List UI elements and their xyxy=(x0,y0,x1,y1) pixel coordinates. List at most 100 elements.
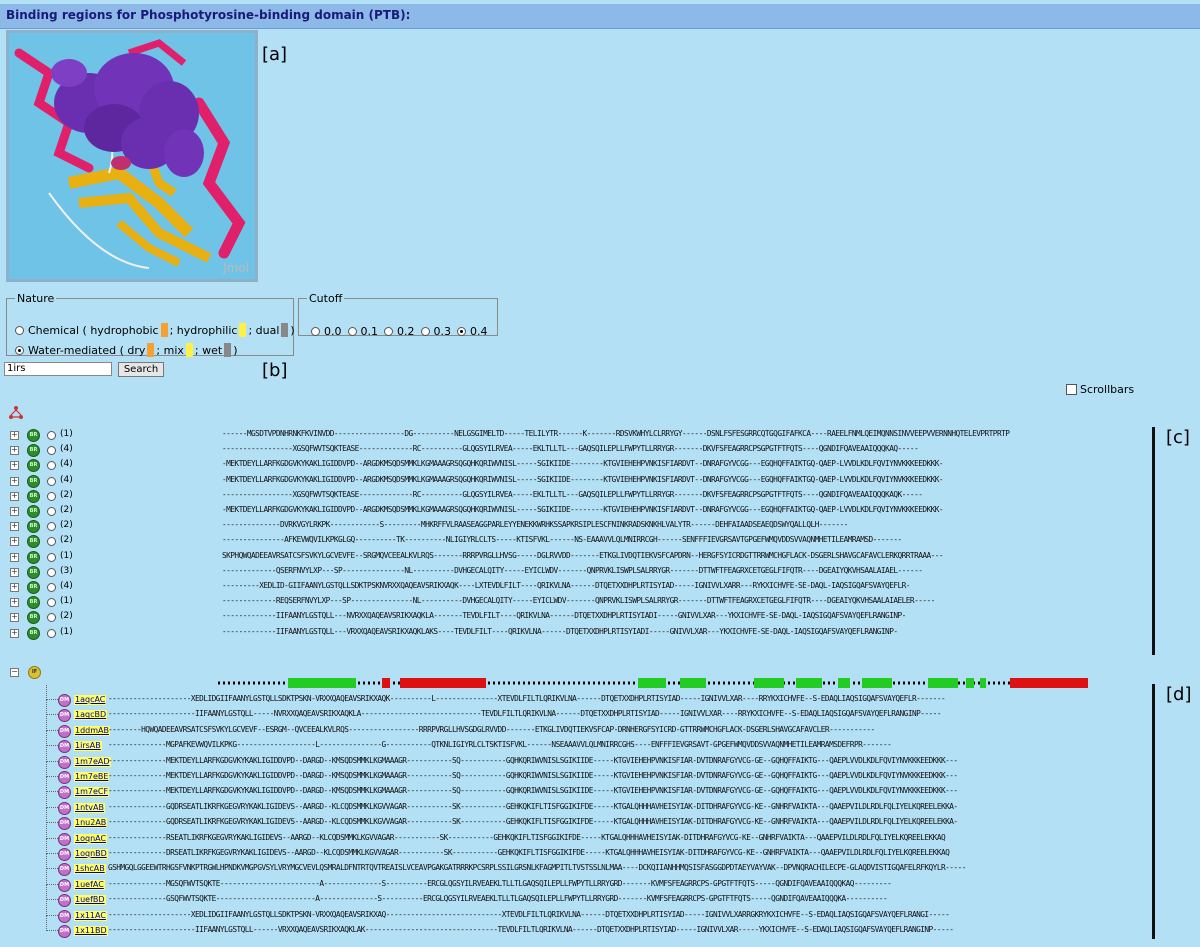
region-radio[interactable] xyxy=(47,537,56,547)
region-radio[interactable] xyxy=(47,446,56,456)
binding-region-row[interactable]: + BR (2) --------------DVRKVGYLRKPK--------… xyxy=(0,519,1150,534)
pdb-link[interactable]: 1aqcAC xyxy=(74,695,107,705)
expand-toggle[interactable]: + xyxy=(10,522,19,532)
strand-segment xyxy=(288,678,356,688)
domain-row[interactable]: DM 1ntvAB --------------GQDRSEATLIKRFKGEGV… xyxy=(0,792,1150,815)
expand-toggle[interactable]: + xyxy=(10,598,19,608)
cutoff-radio-1[interactable] xyxy=(347,327,357,336)
pdb-link[interactable]: 1x11AC xyxy=(74,910,107,921)
domain-sequence: ---------------------IIFAANYLGSTQLL-----… xyxy=(108,709,942,719)
domain-row[interactable]: DM 1oqnAC --------------RSEATLIKRFKGEGVRYK… xyxy=(0,823,1150,846)
dual-swatch xyxy=(281,323,289,337)
tree-connector xyxy=(46,731,48,747)
pdb-link[interactable]: 1oqnAC xyxy=(74,833,108,844)
expand-toggle[interactable]: + xyxy=(10,446,19,456)
domain-row[interactable]: DM 1shcAB GSHMGQLGGEEWTRHGSFVNKPTRGWLHPNDK… xyxy=(0,854,1150,877)
binding-region-row[interactable]: + BR (4) ---------XEDLID-GIIFAANYLGSTQLLSDK… xyxy=(0,580,1150,594)
pdb-link[interactable]: 1uefAC xyxy=(74,879,105,890)
binding-region-row[interactable]: + BR (4) -----------------XGSQFWVTSQKTEASE-… xyxy=(0,443,1150,458)
domain-row[interactable]: DM 1uefAC --------------MGSQFWVTSQKTE-----… xyxy=(0,869,1150,892)
pdb-link[interactable]: 1m7eBE xyxy=(74,772,110,782)
domain-row[interactable]: DM 1uefBD --------------GSQFWVTSQKTE------… xyxy=(0,885,1150,908)
structure-tree-icon[interactable] xyxy=(8,405,24,421)
br-badge-icon: BR xyxy=(27,505,40,518)
binding-region-row[interactable]: + BR (2) ---------------AFKEVWQVILKPKGLGQ--… xyxy=(0,534,1150,549)
binding-region-row[interactable]: + BR (2) -------------IIFAANYLGSTQLL---NVRX… xyxy=(0,610,1150,625)
domain-row[interactable]: DM 1m7eCF --------------MEKTDEYLLARFKGDGVK… xyxy=(0,777,1150,800)
region-radio[interactable] xyxy=(47,476,56,486)
region-radio[interactable] xyxy=(47,552,56,562)
pdb-link[interactable]: 1aqcBD xyxy=(74,710,108,721)
expand-toggle[interactable]: + xyxy=(10,613,19,623)
pdb-link[interactable]: 1x11BD xyxy=(74,926,108,936)
pdb-link[interactable]: 1uefBD xyxy=(74,895,106,906)
region-radio[interactable] xyxy=(47,613,56,623)
binding-region-row[interactable]: + BR (4) -MEKTDEYLLARFKGDGVKYKAKLIGIDDVPD--… xyxy=(0,474,1150,488)
expand-toggle[interactable]: + xyxy=(10,628,19,638)
pdb-link[interactable]: 1ntvAB xyxy=(74,802,105,813)
region-radio[interactable] xyxy=(47,598,56,608)
domain-row[interactable]: DM 1irsAB --------------MGPAFKEVWQVILKPKG-… xyxy=(0,731,1150,754)
expand-toggle[interactable]: + xyxy=(10,537,19,547)
expand-toggle[interactable]: + xyxy=(10,552,19,562)
pdb-link[interactable]: 1m7eCF xyxy=(74,787,110,798)
collapse-toggle[interactable]: − xyxy=(10,668,19,677)
binding-region-row[interactable]: + BR (2) -----------------XGSQFWVTSQKTEASE-… xyxy=(0,489,1150,503)
cutoff-radio-3[interactable] xyxy=(420,327,430,336)
pdb-link[interactable]: 1ddmAB xyxy=(74,725,110,736)
pdb-link[interactable]: 1shcAB xyxy=(74,864,106,875)
water-mediated-option[interactable]: Water-mediated ( dry ; mix ; wet ) xyxy=(15,343,237,357)
expand-toggle[interactable]: + xyxy=(10,461,19,471)
region-radio[interactable] xyxy=(47,522,56,532)
binding-region-row[interactable]: + BR (4) -MEKTDEYLLARFKGDGVKYKAKLIGIDDVPD--… xyxy=(0,458,1150,473)
pdb-link[interactable]: 1m7eAD xyxy=(74,756,111,767)
binding-region-row[interactable]: + BR (1) SKPHQWQADEEAVRSATCSFSVKYLGCVEVFE--… xyxy=(0,550,1150,564)
pdb-link[interactable]: 1oqnBD xyxy=(74,849,108,859)
domain-row[interactable]: DM 1aqcAC --------------------XEDLIDGIIFAA… xyxy=(0,685,1150,707)
binding-region-row[interactable]: + BR (1) -------------IIFAANYLGSTQLL---VRXX… xyxy=(0,626,1150,640)
region-radio[interactable] xyxy=(47,567,56,577)
domain-row[interactable]: DM 1x11BD ---------------------IIFAANYLGST… xyxy=(0,916,1150,938)
scrollbars-checkbox[interactable] xyxy=(1066,384,1077,395)
region-radio[interactable] xyxy=(47,461,56,471)
cutoff-radio-2[interactable] xyxy=(384,327,393,336)
region-count: (3) xyxy=(60,565,73,576)
dm-badge-icon: DM xyxy=(58,724,71,738)
pdb-link[interactable]: 1irsAB xyxy=(74,741,102,752)
region-radio[interactable] xyxy=(47,431,56,440)
expand-toggle[interactable]: + xyxy=(10,491,19,501)
expand-toggle[interactable]: + xyxy=(10,567,19,577)
jmol-structure-viewer[interactable]: Jmol xyxy=(6,30,258,282)
expand-toggle[interactable]: + xyxy=(10,431,19,440)
domain-row[interactable]: DM 1nu2AB --------------GQDRSEATLIKRFKGEGV… xyxy=(0,808,1150,831)
search-input[interactable]: 1irs xyxy=(4,362,112,376)
domain-row[interactable]: DM 1ddmAB --------HQWQADEEAVRSATCSFSVKYLGC… xyxy=(0,715,1150,738)
domain-row[interactable]: DM 1m7eBE --------------MEKTDEYLLARFKGDGVK… xyxy=(0,762,1150,784)
domain-row[interactable]: DM 1oqnBD --------------DRSEATLIKRFKGEGVRY… xyxy=(0,839,1150,861)
domain-row[interactable]: DM 1m7eAD --------------MEKTDEYLLARFKGDGVK… xyxy=(0,746,1150,769)
region-sequence: -------------QSERFNVYLXP---SP-----------… xyxy=(222,565,923,575)
pdb-link[interactable]: 1nu2AB xyxy=(74,818,108,829)
chemical-option[interactable]: Chemical ( hydrophobic ; hydrophilic ; d… xyxy=(15,323,295,337)
domain-sequence: --------------MEKTDEYLLARFKGDGVKYKAKLIGI… xyxy=(108,786,958,796)
expand-toggle[interactable]: + xyxy=(10,507,19,516)
tree-connector xyxy=(46,839,48,854)
binding-region-row[interactable]: + BR (2) -MEKTDEYLLARFKGDGVKYKAKLIGIDDVPD--… xyxy=(0,504,1150,518)
water-mediated-radio[interactable] xyxy=(15,345,24,355)
region-radio[interactable] xyxy=(47,491,56,501)
binding-region-row[interactable]: + BR (1) ------MGSDTVPDNHRNKFKVINVDD-------… xyxy=(0,428,1150,442)
expand-toggle[interactable]: + xyxy=(10,476,19,486)
domain-row[interactable]: DM 1aqcBD ---------------------IIFAANYLGST… xyxy=(0,700,1150,723)
cutoff-radio-4[interactable] xyxy=(457,327,466,336)
cutoff-radio-0[interactable] xyxy=(311,327,320,336)
binding-region-row[interactable]: + BR (3) -------------QSERFNVYLXP---SP-----… xyxy=(0,565,1150,579)
search-button[interactable]: Search xyxy=(118,362,164,377)
chemical-radio[interactable] xyxy=(15,325,24,335)
scrollbars-toggle[interactable]: Scrollbars xyxy=(1066,383,1134,396)
expand-toggle[interactable]: + xyxy=(10,583,19,592)
domain-row[interactable]: DM 1x11AC --------------------XEDLIDGIIFAA… xyxy=(0,900,1150,923)
region-radio[interactable] xyxy=(47,628,56,638)
region-radio[interactable] xyxy=(47,583,56,592)
binding-region-row[interactable]: + BR (1) -------------REQSERFNVYLXP---SP---… xyxy=(0,595,1150,610)
region-radio[interactable] xyxy=(47,507,56,516)
